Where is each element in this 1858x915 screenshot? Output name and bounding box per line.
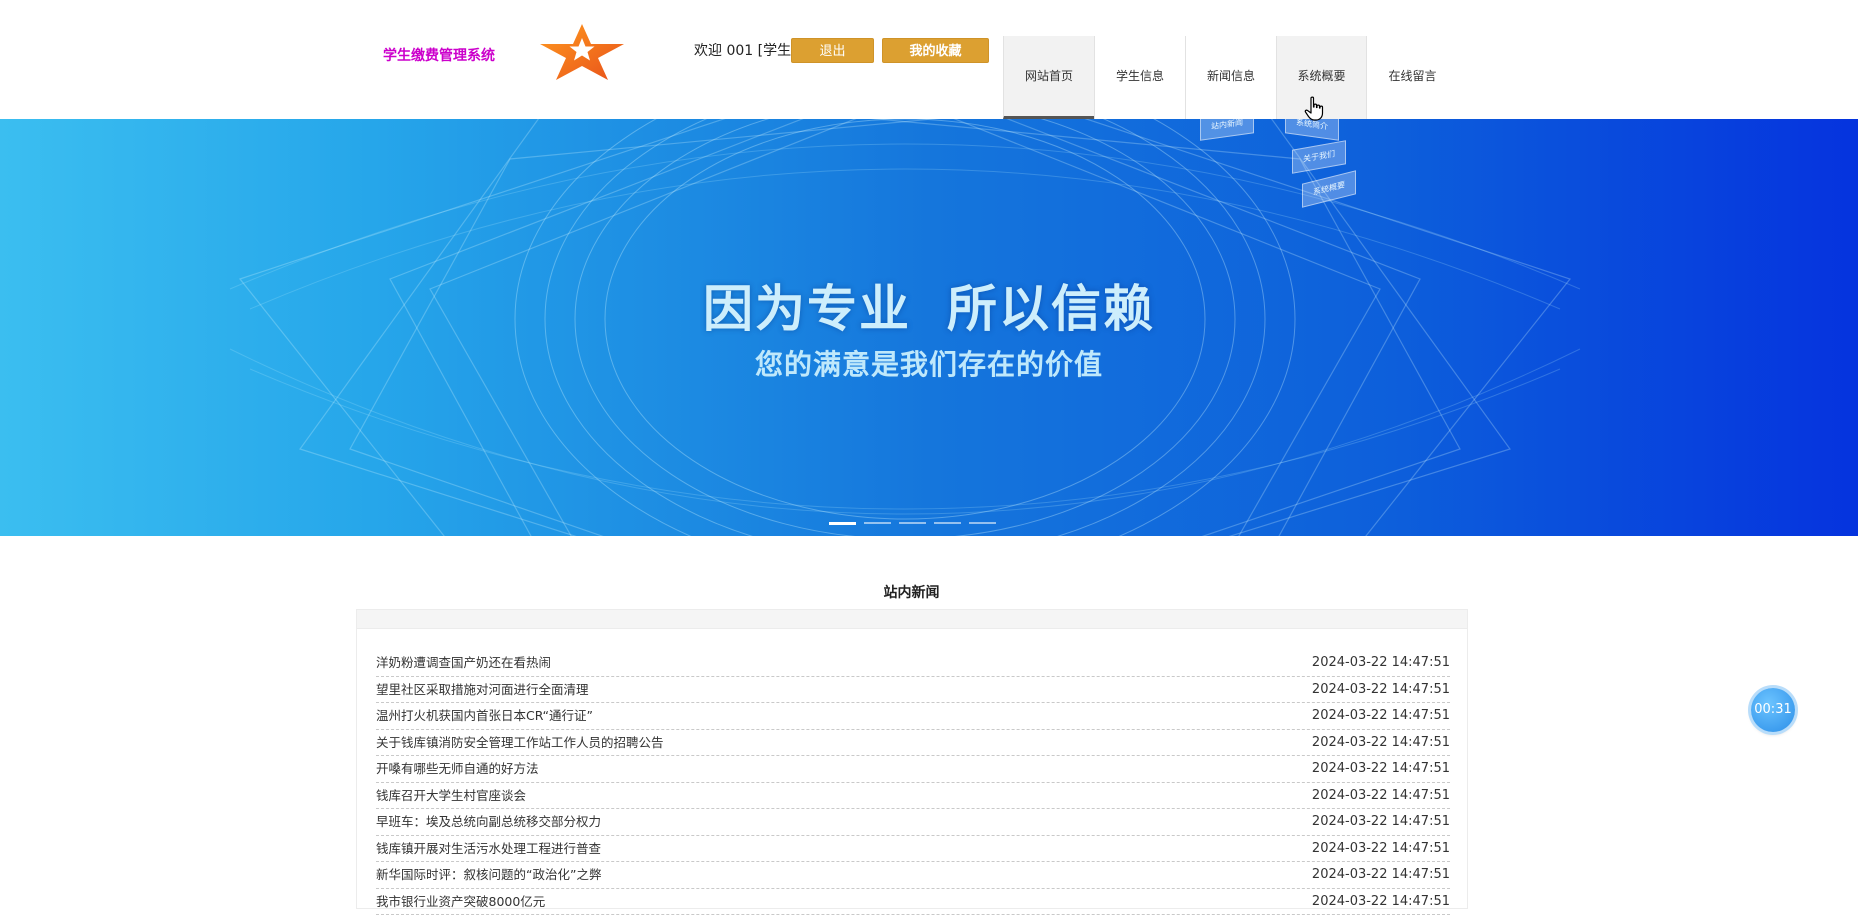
nav-item-students[interactable]: 学生信息: [1094, 36, 1185, 119]
news-item[interactable]: 温州打火机获国内首张日本CR“通行证” 2024-03-22 14:47:51: [376, 703, 1450, 730]
banner-carousel[interactable]: 站内新闻 系统简介 关于我们 系统概要 因为专业所以信赖 您的满意是我们存在的价…: [0, 119, 1858, 536]
news-item-date: 2024-03-22 14:47:51: [1312, 889, 1450, 915]
news-item[interactable]: 关于钱库镇消防安全管理工作站工作人员的招聘公告 2024-03-22 14:47:…: [376, 730, 1450, 757]
news-item[interactable]: 早班车：埃及总统向副总统移交部分权力 2024-03-22 14:47:51: [376, 809, 1450, 836]
news-item-title[interactable]: 温州打火机获国内首张日本CR“通行证”: [376, 703, 593, 729]
header: 学生缴费管理系统 欢迎 001 [学生] 退出 我的收藏 网站首页 学生信息 新…: [0, 0, 1858, 119]
news-item-title[interactable]: 早班车：埃及总统向副总统移交部分权力: [376, 809, 601, 835]
news-item-date: 2024-03-22 14:47:51: [1312, 650, 1450, 676]
news-item-date: 2024-03-22 14:47:51: [1312, 677, 1450, 703]
hand-pointer-icon: [1304, 96, 1326, 122]
news-item-date: 2024-03-22 14:47:51: [1312, 783, 1450, 809]
banner-title-part2: 所以信赖: [947, 280, 1155, 338]
news-item[interactable]: 洋奶粉遭调查国产奶还在看热闹 2024-03-22 14:47:51: [376, 650, 1450, 677]
news-item-date: 2024-03-22 14:47:51: [1312, 756, 1450, 782]
news-list: 洋奶粉遭调查国产奶还在看热闹2024-03-22 14:47:51望里社区采取措…: [376, 650, 1450, 915]
news-item-date: 2024-03-22 14:47:51: [1312, 730, 1450, 756]
news-item-title[interactable]: 新华国际时评：叙核问题的“政治化”之弊: [376, 862, 601, 888]
carousel-dot[interactable]: [934, 522, 961, 524]
news-heading: 站内新闻: [0, 582, 1823, 602]
news-panel-bar: [357, 610, 1467, 629]
banner-title: 因为专业所以信赖: [0, 269, 1858, 341]
timer-badge[interactable]: 00:31: [1751, 688, 1795, 732]
carousel-dot[interactable]: [864, 522, 891, 524]
favorites-button[interactable]: 我的收藏: [882, 38, 989, 63]
site-title[interactable]: 学生缴费管理系统: [383, 45, 495, 65]
news-item-title[interactable]: 钱库镇开展对生活污水处理工程进行普查: [376, 836, 601, 862]
news-item-title[interactable]: 开嗓有哪些无师自通的好方法: [376, 756, 539, 782]
carousel-dot[interactable]: [899, 522, 926, 524]
news-item[interactable]: 望里社区采取措施对河面进行全面清理 2024-03-22 14:47:51: [376, 677, 1450, 704]
news-item-title[interactable]: 洋奶粉遭调查国产奶还在看热闹: [376, 650, 551, 676]
news-item[interactable]: 新华国际时评：叙核问题的“政治化”之弊 2024-03-22 14:47:51: [376, 862, 1450, 889]
star-logo-icon[interactable]: [538, 22, 626, 82]
carousel-dot[interactable]: [829, 522, 856, 525]
news-item-date: 2024-03-22 14:47:51: [1312, 836, 1450, 862]
nav-item-news[interactable]: 新闻信息: [1185, 36, 1276, 119]
banner-title-part1: 因为专业: [703, 280, 911, 338]
news-item-title[interactable]: 望里社区采取措施对河面进行全面清理: [376, 677, 589, 703]
news-item-title[interactable]: 钱库召开大学生村官座谈会: [376, 783, 526, 809]
news-item[interactable]: 钱库镇开展对生活污水处理工程进行普查 2024-03-22 14:47:51: [376, 836, 1450, 863]
news-item-title[interactable]: 关于钱库镇消防安全管理工作站工作人员的招聘公告: [376, 730, 664, 756]
news-item-date: 2024-03-22 14:47:51: [1312, 703, 1450, 729]
nav-item-messages[interactable]: 在线留言: [1367, 36, 1458, 119]
news-item[interactable]: 开嗓有哪些无师自通的好方法 2024-03-22 14:47:51: [376, 756, 1450, 783]
banner-subtitle: 您的满意是我们存在的价值: [0, 343, 1858, 383]
nav-item-home[interactable]: 网站首页: [1003, 36, 1094, 119]
news-item-title[interactable]: 我市银行业资产突破8000亿元: [376, 889, 545, 915]
news-item-date: 2024-03-22 14:47:51: [1312, 862, 1450, 888]
welcome-text: 欢迎 001 [学生]: [694, 40, 797, 60]
news-item[interactable]: 钱库召开大学生村官座谈会 2024-03-22 14:47:51: [376, 783, 1450, 810]
carousel-dot[interactable]: [969, 522, 996, 524]
news-panel: 洋奶粉遭调查国产奶还在看热闹2024-03-22 14:47:51望里社区采取措…: [356, 609, 1468, 909]
logout-button[interactable]: 退出: [791, 38, 874, 63]
news-item[interactable]: 我市银行业资产突破8000亿元 2024-03-22 14:47:51: [376, 889, 1450, 915]
news-item-date: 2024-03-22 14:47:51: [1312, 809, 1450, 835]
